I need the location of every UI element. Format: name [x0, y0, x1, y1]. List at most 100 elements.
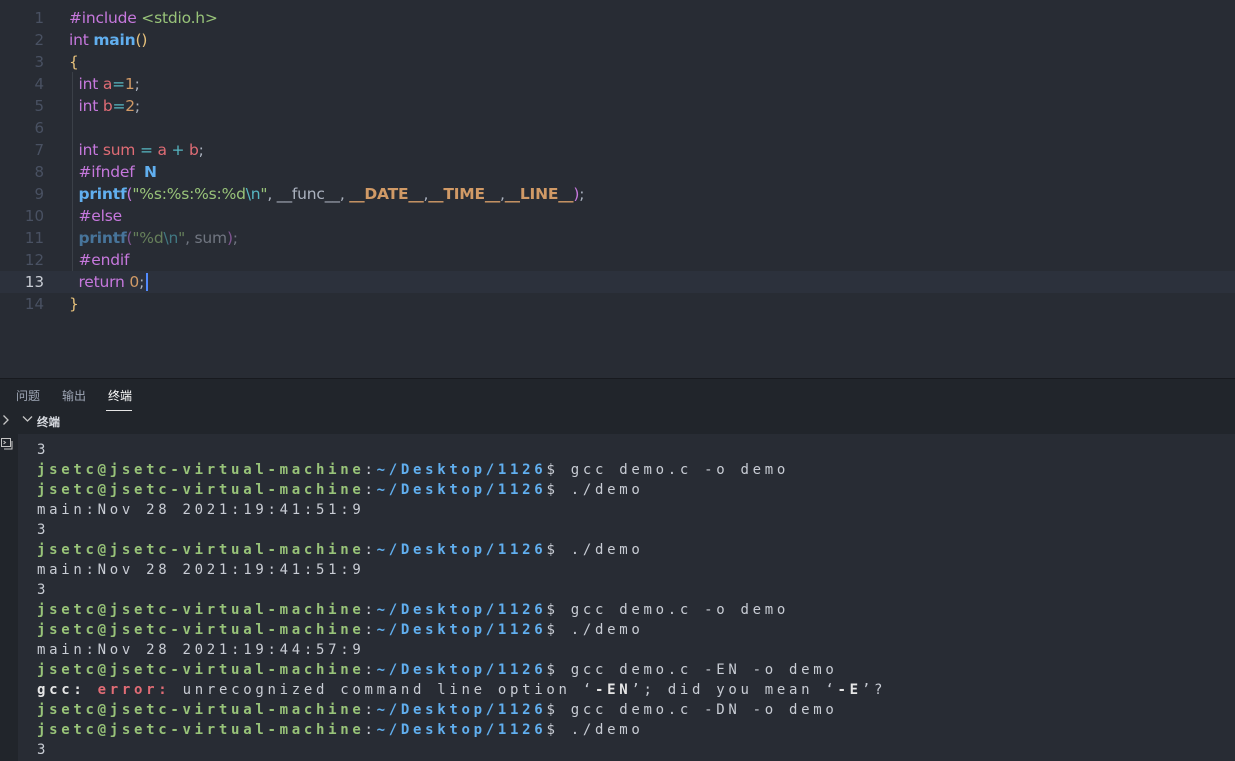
terminal-text: gcc: — [37, 682, 98, 698]
code-token: "%d — [132, 229, 164, 247]
terminal-text: : — [364, 702, 377, 718]
terminal-line: jsetc@jsetc-virtual-machine:~/Desktop/11… — [37, 480, 643, 500]
terminal-text: $ ./demo — [546, 482, 644, 498]
code-token: a — [102, 75, 113, 93]
bottom-panel: 问题 输出 终端 终端 3 jsetc@jsetc-virtual-machine… — [0, 378, 1235, 761]
terminal-text: jsetc@jsetc-virtual-machine — [37, 482, 365, 498]
code-text: } — [69, 293, 79, 315]
code-line[interactable]: 11 printf("%d\n", sum); — [0, 227, 1235, 249]
code-token: #else — [78, 207, 122, 225]
chevron-right-icon[interactable] — [2, 414, 12, 428]
code-line[interactable]: 10 #else — [0, 205, 1235, 227]
code-token: 0 — [129, 273, 140, 291]
terminal-text: $ ./demo — [546, 542, 644, 558]
terminal-text: : — [364, 722, 377, 738]
terminal-line: jsetc@jsetc-virtual-machine:~/Desktop/11… — [37, 620, 643, 640]
code-token: 2 — [125, 97, 135, 115]
line-number: 6 — [34, 119, 44, 137]
terminal-line: 3 — [37, 520, 49, 540]
terminal-line: main:Nov 28 2021:19:41:51:9 — [37, 560, 364, 580]
code-text: printf("%s:%s:%s:%d\n", __func__, __DATE… — [69, 183, 584, 205]
code-token: ; — [198, 141, 204, 159]
terminal-text: -EN — [594, 682, 632, 698]
code-line[interactable]: 5 int b=2; — [0, 95, 1235, 117]
code-text: int a=1; — [69, 73, 140, 95]
terminal-line: main:Nov 28 2021:19:44:57:9 — [37, 640, 364, 660]
code-token: #endif — [78, 251, 130, 269]
terminal-text: error: — [97, 682, 183, 698]
line-number: 4 — [34, 75, 44, 93]
terminal-section-header[interactable]: 终端 — [0, 412, 1235, 434]
code-text: int main() — [69, 29, 147, 51]
code-token: #ifndef — [78, 163, 135, 181]
code-line[interactable]: 6 — [0, 117, 1235, 139]
terminal-text: $ gcc demo.c -o demo — [546, 602, 790, 618]
tab-terminal[interactable]: 终端 — [108, 387, 132, 404]
line-number: 13 — [24, 273, 44, 291]
code-line[interactable]: 9 printf("%s:%s:%s:%d\n", __func__, __DA… — [0, 183, 1235, 205]
terminal-text: ~/Desktop/1126 — [376, 542, 547, 558]
code-token: , __func__, — [267, 185, 350, 203]
terminal-text: ~/Desktop/1126 — [376, 722, 547, 738]
code-token: ; — [232, 229, 238, 247]
code-token: ; — [579, 185, 585, 203]
terminal-text: 3 — [37, 522, 50, 538]
code-token: a — [157, 141, 167, 159]
line-number: 8 — [34, 163, 44, 181]
code-token: } — [69, 295, 79, 313]
code-line[interactable]: 8 #ifndef N — [0, 161, 1235, 183]
code-token: int — [69, 31, 89, 49]
panel-tabs: 问题 输出 终端 — [0, 379, 1235, 412]
line-number: 1 — [34, 9, 44, 27]
code-token: N — [143, 163, 157, 181]
terminal-text: : — [364, 662, 377, 678]
code-token: #include — [69, 9, 137, 27]
code-token: b — [102, 97, 113, 115]
code-text: { — [69, 51, 79, 73]
terminal-text: -E — [837, 682, 862, 698]
terminal-tree-icon[interactable] — [0, 436, 14, 450]
code-token: ; — [134, 75, 140, 93]
terminal-text: ~/Desktop/1126 — [376, 482, 547, 498]
active-tab-indicator — [106, 410, 132, 411]
line-number: 10 — [24, 207, 44, 225]
chevron-down-icon[interactable] — [22, 414, 33, 427]
line-number: 2 — [34, 31, 44, 49]
code-line[interactable]: 3{ — [0, 51, 1235, 73]
code-line[interactable]: 14} — [0, 293, 1235, 315]
terminal-text: $ ./demo — [546, 722, 644, 738]
terminal-text: jsetc@jsetc-virtual-machine — [37, 662, 365, 678]
tab-output[interactable]: 输出 — [62, 387, 86, 404]
code-line[interactable]: 13 return 0; — [0, 271, 1235, 293]
terminal-text: $ ./demo — [546, 622, 644, 638]
terminal-text: jsetc@jsetc-virtual-machine — [37, 622, 365, 638]
terminal-text: main:Nov 28 2021:19:44:57:9 — [37, 642, 365, 658]
code-line[interactable]: 4 int a=1; — [0, 73, 1235, 95]
code-line[interactable]: 2 int main() — [0, 29, 1235, 51]
code-token: printf — [78, 229, 127, 247]
terminal-text: ’; did you mean ‘ — [631, 682, 838, 698]
terminal-output[interactable]: 3 jsetc@jsetc-virtual-machine:~/Desktop/1… — [18, 434, 1235, 761]
code-token: = — [112, 97, 126, 115]
code-token: int — [78, 75, 99, 93]
terminal-text: 3 — [37, 582, 50, 598]
code-token: "%s:%s:%s:%d — [132, 185, 246, 203]
code-line[interactable]: 7 int sum = a + b; — [0, 139, 1235, 161]
code-token: + — [166, 141, 190, 159]
terminal-text: jsetc@jsetc-virtual-machine — [37, 602, 365, 618]
code-token: printf — [78, 185, 127, 203]
terminal-line: 3 — [37, 440, 49, 460]
code-token: main — [93, 31, 136, 49]
code-token: ; — [134, 97, 140, 115]
code-editor[interactable]: 1 #include <stdio.h> 2 int main() 3{4 int a=… — [0, 0, 1235, 378]
code-line[interactable]: 1 #include <stdio.h> — [0, 7, 1235, 29]
terminal-line: jsetc@jsetc-virtual-machine:~/Desktop/11… — [37, 460, 789, 480]
code-token: = — [112, 75, 125, 93]
code-token: { — [69, 53, 79, 71]
code-text: int sum = a + b; — [69, 139, 204, 161]
terminal-text: $ gcc demo.c -o demo — [546, 462, 790, 478]
code-token: sum — [102, 141, 136, 159]
code-text: #else — [69, 205, 122, 227]
code-line[interactable]: 12 #endif — [0, 249, 1235, 271]
tab-problems[interactable]: 问题 — [16, 387, 40, 404]
